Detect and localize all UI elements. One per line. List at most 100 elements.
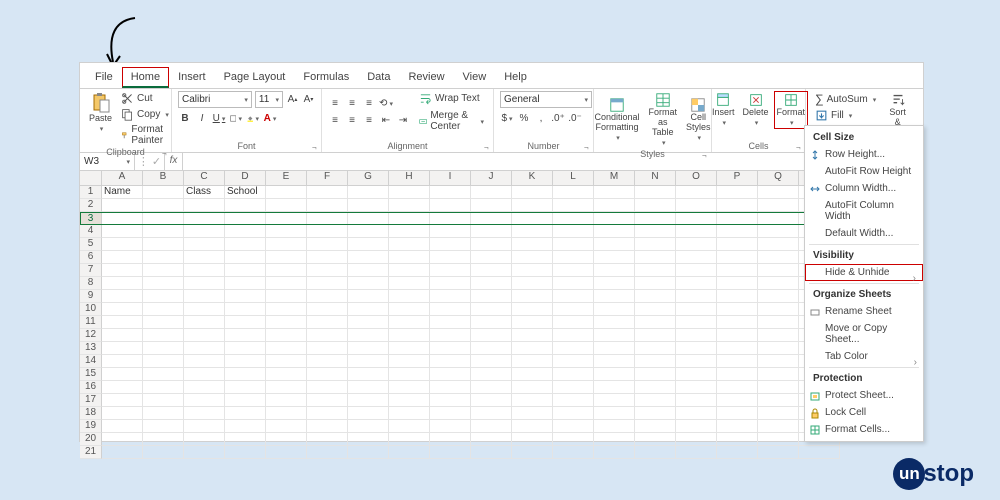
font-color-button[interactable]: A (263, 111, 277, 125)
cell[interactable] (184, 225, 225, 238)
cell[interactable] (266, 303, 307, 316)
cell[interactable] (102, 420, 143, 433)
col-header-E[interactable]: E (266, 171, 307, 185)
bold-button[interactable]: B (178, 111, 192, 125)
cell[interactable] (676, 446, 717, 459)
cell[interactable] (758, 368, 799, 381)
cell[interactable] (389, 303, 430, 316)
cell[interactable] (635, 238, 676, 251)
cell[interactable] (389, 407, 430, 420)
menu-autofit-col[interactable]: AutoFit Column Width (805, 197, 923, 225)
cell[interactable] (635, 433, 676, 446)
border-button[interactable] (229, 111, 243, 125)
cell[interactable] (389, 381, 430, 394)
cell[interactable] (635, 277, 676, 290)
cell[interactable] (430, 342, 471, 355)
cell[interactable] (102, 407, 143, 420)
format-painter-button[interactable]: Format Painter (118, 123, 172, 147)
cell[interactable] (348, 225, 389, 238)
cell[interactable] (594, 342, 635, 355)
tab-formulas[interactable]: Formulas (294, 67, 358, 88)
cell[interactable] (184, 290, 225, 303)
cell[interactable] (389, 355, 430, 368)
cell[interactable] (471, 433, 512, 446)
cell[interactable] (758, 290, 799, 303)
row-header[interactable]: 15 (80, 368, 102, 381)
cell[interactable] (266, 329, 307, 342)
cell[interactable] (102, 446, 143, 459)
cell[interactable] (143, 225, 184, 238)
cell[interactable] (635, 446, 676, 459)
cell[interactable] (102, 277, 143, 290)
cell[interactable] (553, 407, 594, 420)
cell[interactable] (717, 329, 758, 342)
col-header-G[interactable]: G (348, 171, 389, 185)
indent-dec-button[interactable]: ⇤ (379, 114, 393, 128)
cell[interactable] (430, 316, 471, 329)
cell[interactable] (553, 329, 594, 342)
cell[interactable] (143, 342, 184, 355)
cell[interactable] (348, 186, 389, 199)
cell[interactable] (266, 433, 307, 446)
cell[interactable] (389, 420, 430, 433)
cell[interactable] (553, 290, 594, 303)
cell[interactable] (717, 381, 758, 394)
indent-inc-button[interactable]: ⇥ (396, 114, 410, 128)
cell[interactable] (143, 381, 184, 394)
cell[interactable] (676, 238, 717, 251)
cell[interactable] (102, 381, 143, 394)
cell[interactable] (635, 303, 676, 316)
cell[interactable] (430, 303, 471, 316)
cell[interactable] (717, 368, 758, 381)
insert-button[interactable]: Insert (709, 91, 738, 129)
cell[interactable] (143, 251, 184, 264)
cell[interactable] (553, 264, 594, 277)
cell[interactable] (758, 355, 799, 368)
cell[interactable]: Class (184, 186, 225, 199)
menu-hide-unhide[interactable]: Hide & Unhide (805, 264, 923, 281)
cell[interactable] (717, 355, 758, 368)
row-header[interactable]: 13 (80, 342, 102, 355)
row-header[interactable]: 14 (80, 355, 102, 368)
cell[interactable] (635, 394, 676, 407)
cell[interactable] (553, 446, 594, 459)
cell[interactable] (635, 329, 676, 342)
cell[interactable] (758, 199, 799, 212)
cell[interactable] (225, 199, 266, 212)
menu-format-cells[interactable]: Format Cells... (805, 421, 923, 438)
delete-button[interactable]: Delete (740, 91, 772, 129)
cell[interactable] (348, 420, 389, 433)
cell[interactable] (348, 394, 389, 407)
cell[interactable] (307, 212, 348, 225)
cell[interactable] (553, 342, 594, 355)
cell[interactable] (717, 342, 758, 355)
cell[interactable] (553, 212, 594, 225)
cell[interactable] (348, 264, 389, 277)
increase-font-button[interactable]: A▴ (286, 93, 299, 107)
cell[interactable] (430, 290, 471, 303)
tab-file[interactable]: File (86, 67, 122, 88)
row-header[interactable]: 1 (80, 186, 102, 199)
cell[interactable] (758, 264, 799, 277)
row-header[interactable]: 6 (80, 251, 102, 264)
cell[interactable] (307, 433, 348, 446)
cell[interactable] (143, 368, 184, 381)
cell[interactable] (676, 420, 717, 433)
cell[interactable] (389, 368, 430, 381)
cell[interactable] (512, 433, 553, 446)
cell[interactable] (225, 277, 266, 290)
row-header[interactable]: 16 (80, 381, 102, 394)
cell[interactable] (553, 303, 594, 316)
cell[interactable] (512, 225, 553, 238)
cell[interactable] (717, 251, 758, 264)
cell[interactable] (266, 420, 307, 433)
cell[interactable] (348, 355, 389, 368)
cell[interactable] (758, 303, 799, 316)
cell[interactable] (594, 290, 635, 303)
cell[interactable] (184, 277, 225, 290)
cell[interactable] (635, 355, 676, 368)
col-header-B[interactable]: B (143, 171, 184, 185)
cell[interactable] (553, 251, 594, 264)
cell[interactable] (471, 212, 512, 225)
cell[interactable] (225, 264, 266, 277)
